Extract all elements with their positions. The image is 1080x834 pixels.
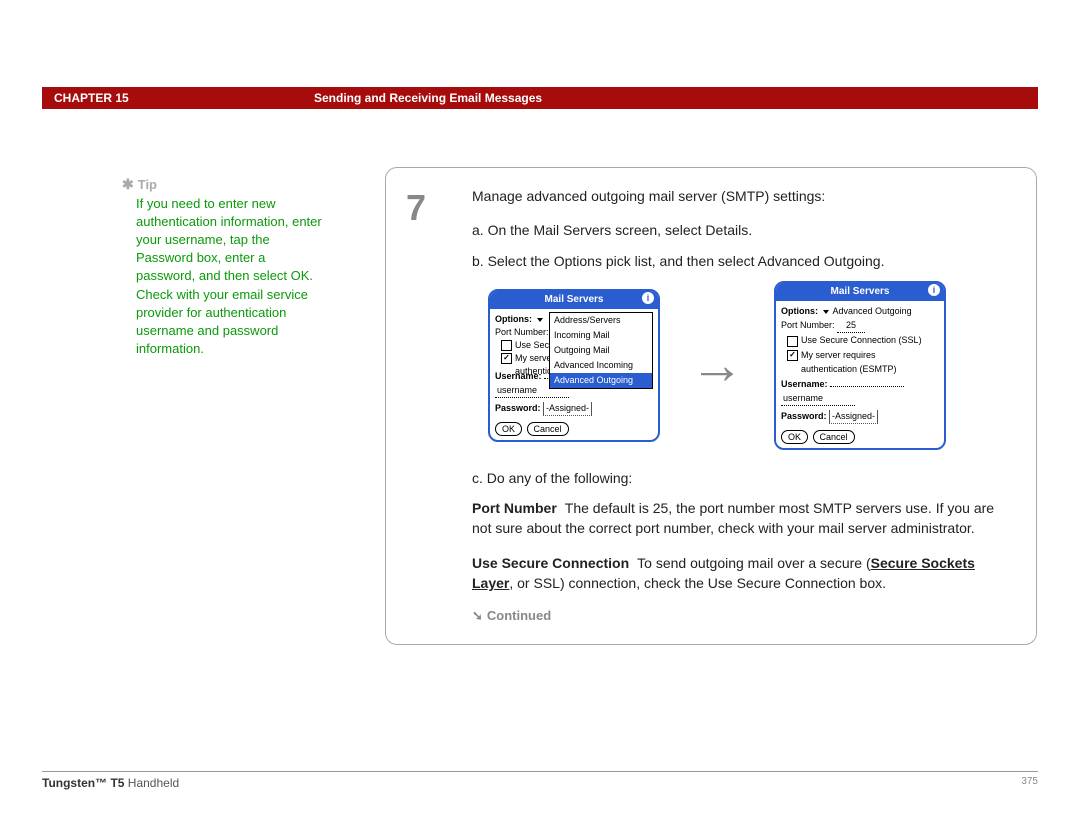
port-value[interactable]: 25 — [837, 319, 865, 333]
tip-label: Tip — [138, 177, 157, 192]
menu-item-adv-outgoing[interactable]: Advanced Outgoing — [550, 373, 652, 388]
cancel-button[interactable]: Cancel — [527, 422, 569, 436]
use-sec-text: Use Secure Connection (SSL) — [801, 335, 922, 345]
ssl-checkbox[interactable] — [787, 336, 798, 347]
ssl-paragraph: Use Secure Connection To send outgoing ma… — [472, 553, 1014, 594]
port-paragraph: Port NumberThe default is 25, the port n… — [472, 498, 1014, 539]
menu-item-incoming[interactable]: Incoming Mail — [550, 328, 652, 343]
arrow-right-icon: → — [690, 338, 744, 392]
section-title: Sending and Receiving Email Messages — [314, 91, 1026, 105]
tip-column: ✱ Tip If you need to enter new authentica… — [122, 175, 322, 358]
password-box[interactable]: -Assigned- — [543, 402, 592, 416]
screen-before: Mail Servers i Options: Port Number: Use… — [488, 289, 660, 443]
step-a: a. On the Mail Servers screen, select De… — [472, 220, 1014, 240]
screen2-title: Mail Servers — [831, 286, 890, 297]
step-box: 7 Manage advanced outgoing mail server (… — [385, 167, 1037, 645]
asterisk-icon: ✱ — [122, 176, 134, 192]
screen1-title: Mail Servers — [545, 294, 604, 305]
footer: Tungsten™ T5 Handheld 375 — [42, 771, 1038, 790]
menu-item-adv-incoming[interactable]: Advanced Incoming — [550, 358, 652, 373]
port-term: Port Number — [472, 500, 557, 516]
product-bold: Tungsten™ T5 — [42, 776, 124, 790]
ssl-checkbox[interactable] — [501, 340, 512, 351]
continued-label: Continued — [487, 608, 551, 623]
portnum-label: Port Number: — [495, 327, 549, 337]
info-icon[interactable]: i — [928, 284, 940, 296]
info-icon[interactable]: i — [642, 292, 654, 304]
cancel-button[interactable]: Cancel — [813, 430, 855, 444]
ok-button[interactable]: OK — [781, 430, 808, 444]
menu-item-address[interactable]: Address/Servers — [550, 313, 652, 328]
step-intro: Manage advanced outgoing mail server (SM… — [472, 186, 1014, 206]
portnum-label: Port Number: — [781, 320, 835, 330]
username-label: Username: — [495, 371, 542, 381]
options-dropdown-arrow[interactable] — [823, 310, 829, 314]
options-label: Options: — [781, 306, 818, 316]
username-value[interactable]: username — [781, 392, 855, 406]
password-label: Password: — [495, 403, 541, 413]
ok-button[interactable]: OK — [495, 422, 522, 436]
chapter-label: CHAPTER 15 — [54, 91, 314, 105]
step-b: b. Select the Options pick list, and the… — [472, 251, 1014, 271]
tip-body: If you need to enter new authentication … — [136, 195, 322, 359]
continued-indicator: ➘ Continued — [472, 607, 1014, 626]
options-dropdown-arrow[interactable] — [537, 318, 543, 322]
screen-after: Mail Servers i Options: Advanced Outgoin… — [774, 281, 946, 450]
tip-heading: ✱ Tip — [122, 175, 322, 195]
my-serv-text: My server requires — [801, 350, 876, 360]
options-value: Advanced Outgoing — [833, 306, 912, 316]
product-rest: Handheld — [124, 776, 179, 790]
username-label: Username: — [781, 379, 828, 389]
screen2-titlebar: Mail Servers i — [776, 283, 944, 302]
auth-esmtp-text: authentication (ESMTP) — [801, 364, 897, 374]
continued-arrow-icon: ➘ — [472, 608, 483, 623]
ssl-term: Use Secure Connection — [472, 555, 629, 571]
options-label: Options: — [495, 314, 532, 324]
screen1-titlebar: Mail Servers i — [490, 291, 658, 310]
password-box[interactable]: -Assigned- — [829, 410, 878, 424]
esmtp-checkbox[interactable] — [501, 353, 512, 364]
options-menu: Address/Servers Incoming Mail Outgoing M… — [549, 312, 653, 389]
esmtp-checkbox[interactable] — [787, 350, 798, 361]
page-number: 375 — [1021, 776, 1038, 790]
screens-row: Mail Servers i Options: Port Number: Use… — [472, 281, 1014, 450]
step-c: c. Do any of the following: — [472, 468, 1014, 488]
ssl-text-pre: To send outgoing mail over a secure ( — [637, 555, 870, 571]
password-label: Password: — [781, 411, 827, 421]
product-name: Tungsten™ T5 Handheld — [42, 776, 179, 790]
ssl-text-post: , or SSL) connection, check the Use Secu… — [509, 575, 886, 591]
username-field-extra[interactable] — [830, 386, 904, 387]
step-number: 7 — [406, 182, 426, 234]
header-bar: CHAPTER 15 Sending and Receiving Email M… — [42, 87, 1038, 109]
menu-item-outgoing[interactable]: Outgoing Mail — [550, 343, 652, 358]
my-serve-trunc: My serve — [515, 353, 552, 363]
